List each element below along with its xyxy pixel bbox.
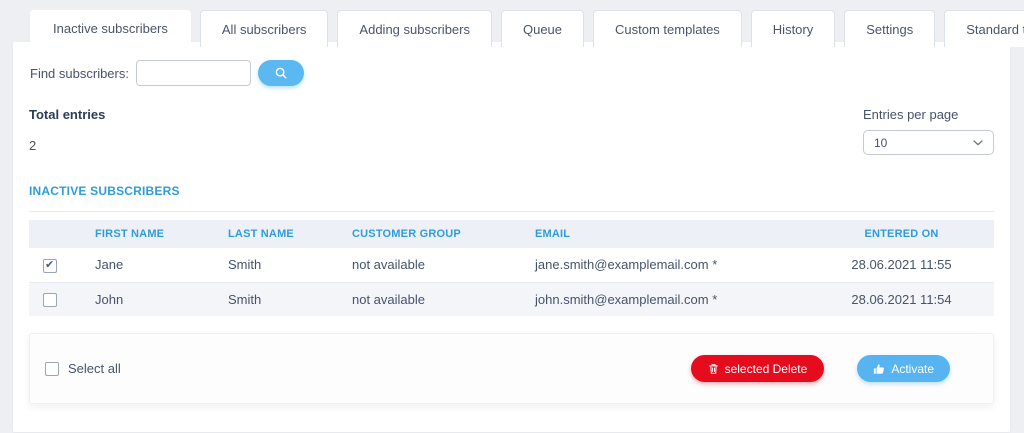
row-checkbox[interactable] xyxy=(43,293,57,308)
entries-per-page-select[interactable]: 10 xyxy=(863,130,994,155)
button-group: selected Delete Activate xyxy=(690,355,950,383)
entries-per-page-label: Entries per page xyxy=(863,107,959,122)
header-first-name: FIRST NAME xyxy=(95,228,165,240)
divider xyxy=(29,211,994,212)
select-all-checkbox[interactable] xyxy=(45,361,59,376)
cell-email: jane.smith@examplemail.com * xyxy=(535,257,718,273)
row-checkbox[interactable] xyxy=(43,258,57,273)
tab-custom-templates[interactable]: Custom templates xyxy=(593,10,742,47)
trash-icon xyxy=(708,363,719,375)
header-customer-group: CUSTOMER GROUP xyxy=(352,228,461,240)
header-checkbox-col xyxy=(29,220,85,248)
table-row: John Smith not available john.smith@exam… xyxy=(29,282,994,317)
tab-all-subscribers[interactable]: All subscribers xyxy=(199,10,329,47)
subscribers-table: FIRST NAME LAST NAME CUSTOMER GROUP EMAI… xyxy=(29,220,994,317)
tab-queue[interactable]: Queue xyxy=(500,10,585,47)
search-icon xyxy=(274,66,288,80)
delete-selected-label: selected Delete xyxy=(724,361,808,376)
search-button[interactable] xyxy=(257,60,304,86)
header-email: EMAIL xyxy=(535,228,571,240)
activate-label: Activate xyxy=(891,361,934,376)
entries-per-page-value: 10 xyxy=(874,135,888,150)
cell-customer-group: not available xyxy=(352,257,425,273)
cell-entered-on: 28.06.2021 11:54 xyxy=(851,291,952,307)
tab-bar: Inactive subscribers All subscribers Add… xyxy=(30,10,1024,47)
cell-first-name: Jane xyxy=(95,257,124,273)
meta-row: Total entries 2 Entries per page 10 xyxy=(29,107,994,155)
cell-email: john.smith@examplemail.com * xyxy=(535,291,718,307)
cell-first-name: John xyxy=(95,291,124,307)
thumbs-up-icon xyxy=(873,363,885,375)
chevron-down-icon xyxy=(973,139,983,146)
header-last-name: LAST NAME xyxy=(228,228,294,240)
table-row: Jane Smith not available jane.smith@exam… xyxy=(29,248,994,283)
total-entries-label: Total entries xyxy=(29,107,106,122)
tab-settings[interactable]: Settings xyxy=(844,10,936,47)
entries-per-page: Entries per page 10 xyxy=(863,107,994,155)
search-row: Find subscribers: xyxy=(30,60,994,86)
select-all-label: Select all xyxy=(68,361,121,377)
search-input[interactable] xyxy=(135,60,251,86)
total-entries: Total entries 2 xyxy=(29,107,105,155)
cell-last-name: Smith xyxy=(228,291,262,307)
section-title: INACTIVE SUBSCRIBERS xyxy=(29,184,180,198)
tab-adding-subscribers[interactable]: Adding subscribers xyxy=(337,10,492,47)
table-header-row: FIRST NAME LAST NAME CUSTOMER GROUP EMAI… xyxy=(29,220,994,248)
select-all[interactable]: Select all xyxy=(45,361,121,376)
total-entries-value: 2 xyxy=(29,138,37,153)
cell-last-name: Smith xyxy=(228,257,262,273)
delete-selected-button[interactable]: selected Delete xyxy=(690,355,825,383)
activate-button[interactable]: Activate xyxy=(857,355,950,383)
tab-inactive-subscribers[interactable]: Inactive subscribers xyxy=(30,10,191,47)
action-bar: Select all selected Delete Activate xyxy=(29,333,994,405)
cell-entered-on: 28.06.2021 11:55 xyxy=(851,257,952,273)
search-label: Find subscribers: xyxy=(30,65,129,81)
tab-history[interactable]: History xyxy=(750,10,836,47)
tab-standard-templates[interactable]: Standard templates xyxy=(944,10,1024,47)
content-panel: Find subscribers: Total entries 2 Entrie… xyxy=(13,42,1010,433)
header-entered-on: ENTERED ON xyxy=(864,228,939,240)
cell-customer-group: not available xyxy=(352,291,425,307)
